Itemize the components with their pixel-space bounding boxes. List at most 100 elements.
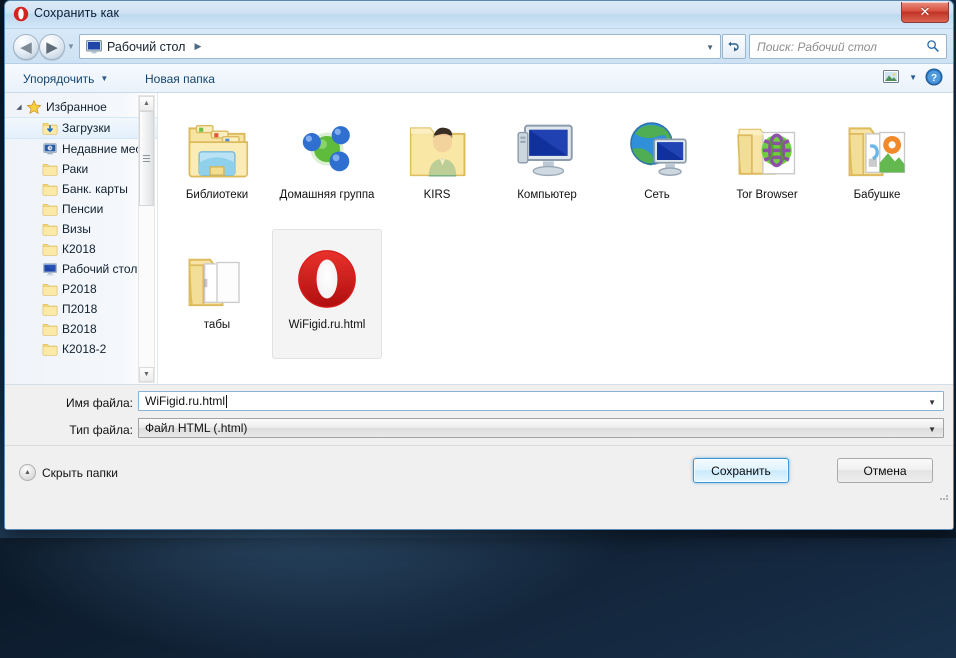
file-item[interactable]: Бабушке [822, 99, 932, 229]
organize-button[interactable]: Упорядочить ▼ [19, 69, 112, 88]
navigation-pane: ◢Избранное Загрузки Недавние места Раки … [5, 93, 158, 384]
file-item-label: Tor Browser [736, 188, 797, 202]
chevron-down-icon: ▼ [67, 42, 75, 51]
libraries-folder-icon [184, 106, 250, 182]
scrollbar-thumb[interactable] [139, 111, 154, 206]
organize-label: Упорядочить [23, 72, 94, 86]
filename-input[interactable]: WiFigid.ru.html ▼ [138, 391, 944, 411]
filetype-value: Файл HTML (.html) [145, 421, 247, 435]
sidebar-item-label: Пенсии [62, 202, 103, 216]
star-icon [25, 99, 42, 115]
history-dropdown-button[interactable]: ▼ [67, 42, 75, 51]
folder-icon [41, 221, 58, 237]
file-item[interactable]: Библиотеки [162, 99, 272, 229]
title-bar[interactable]: Сохранить как ✕ [5, 1, 953, 29]
file-grid: Библиотеки Домашняя группа KIRS [158, 93, 953, 359]
new-folder-button[interactable]: Новая папка [141, 69, 219, 88]
filetype-select[interactable]: Файл HTML (.html) ▼ [138, 418, 944, 438]
back-button[interactable]: ◀ [13, 34, 39, 60]
documents-folder-icon [844, 106, 910, 182]
folder-icon [41, 281, 58, 297]
file-item[interactable]: Tor Browser [712, 99, 822, 229]
hide-folders-button[interactable]: ▲ Скрыть папки [19, 464, 118, 481]
folder-icon [41, 181, 58, 197]
sidebar-item-5[interactable]: Банк. карты [5, 179, 157, 199]
chevron-down-icon[interactable]: ▼ [909, 73, 917, 82]
sidebar-item-9[interactable]: Рабочий стол [5, 259, 157, 279]
file-item[interactable]: табы [162, 229, 272, 359]
file-list-pane[interactable]: Библиотеки Домашняя группа KIRS [158, 93, 953, 384]
chevron-right-icon[interactable]: ▶ [194, 41, 201, 52]
arrow-right-icon: ▶ [46, 40, 58, 55]
address-bar[interactable]: Рабочий стол ▶ ▼ [79, 34, 721, 59]
sidebar-item-2[interactable]: Загрузки [5, 117, 157, 139]
network-icon [624, 106, 690, 182]
file-item-label: Компьютер [517, 188, 577, 202]
toolbar-right-group: ▼ ? [881, 68, 943, 86]
folder-icon [41, 161, 58, 177]
downloads-folder-icon [41, 120, 58, 136]
scroll-down-button[interactable]: ▼ [139, 367, 154, 382]
refresh-button[interactable] [722, 34, 746, 59]
tree-twisty-icon[interactable]: ◢ [13, 103, 25, 111]
sidebar-item-11[interactable]: П2018 [5, 299, 157, 319]
search-box[interactable]: Поиск: Рабочий стол [749, 34, 947, 59]
cancel-button[interactable]: Отмена [837, 458, 933, 483]
sidebar-item-3[interactable]: Недавние места [5, 139, 157, 159]
resize-grip-icon[interactable] [938, 490, 950, 502]
sidebar-item-1[interactable]: ◢Избранное [5, 97, 157, 117]
sidebar-item-4[interactable]: Раки [5, 159, 157, 179]
sidebar-item-8[interactable]: К2018 [5, 239, 157, 259]
sidebar-item-label: К2018 [62, 242, 96, 256]
sidebar-item-7[interactable]: Визы [5, 219, 157, 239]
close-button[interactable]: ✕ [901, 2, 949, 23]
chevron-down-icon[interactable]: ▼ [928, 398, 936, 407]
file-item-label: Бабушке [854, 188, 901, 202]
folder-icon [41, 241, 58, 257]
homegroup-icon [294, 106, 360, 182]
sidebar-item-label: Визы [62, 222, 91, 236]
grip-icon [143, 155, 150, 162]
help-button[interactable]: ? [925, 68, 943, 86]
file-item[interactable]: WiFigid.ru.html [272, 229, 382, 359]
folder-icon [41, 201, 58, 217]
sidebar-item-6[interactable]: Пенсии [5, 199, 157, 219]
cancel-button-label: Отмена [863, 464, 906, 478]
filename-label: Имя файла: [23, 396, 133, 410]
address-path-text[interactable]: Рабочий стол [107, 40, 185, 54]
sidebar-item-label: П2018 [62, 302, 97, 316]
hide-folders-label: Скрыть папки [42, 466, 118, 480]
opera-html-file-icon [294, 236, 360, 312]
close-icon: ✕ [920, 4, 931, 20]
chevron-down-icon[interactable]: ▼ [928, 425, 936, 434]
user-folder-icon [404, 106, 470, 182]
computer-icon [514, 106, 580, 182]
tor-folder-icon [734, 106, 800, 182]
recent-places-icon [41, 141, 58, 157]
save-button[interactable]: Сохранить [693, 458, 789, 483]
sidebar-item-12[interactable]: В2018 [5, 319, 157, 339]
magnifier-icon [926, 39, 940, 53]
sidebar-item-13[interactable]: К2018-2 [5, 339, 157, 359]
view-mode-button[interactable] [881, 68, 901, 86]
view-mode-icon [883, 70, 899, 84]
forward-button[interactable]: ▶ [39, 34, 65, 60]
sidebar-item-label: Загрузки [62, 121, 110, 135]
scroll-up-button[interactable]: ▲ [139, 96, 154, 111]
file-item-label: Домашняя группа [280, 188, 375, 202]
sidebar-item-10[interactable]: Р2018 [5, 279, 157, 299]
sidebar-item-label: Раки [62, 162, 88, 176]
file-item[interactable]: KIRS [382, 99, 492, 229]
file-item[interactable]: Сеть [602, 99, 712, 229]
filename-value: WiFigid.ru.html [145, 394, 225, 408]
file-item[interactable]: Компьютер [492, 99, 602, 229]
search-input[interactable]: Поиск: Рабочий стол [757, 40, 877, 54]
file-item[interactable]: Домашняя группа [272, 99, 382, 229]
opera-logo-icon [13, 6, 29, 22]
address-dropdown-icon[interactable]: ▼ [706, 43, 714, 52]
sidebar-scrollbar[interactable]: ▲ ▼ [138, 95, 155, 383]
new-folder-label: Новая папка [145, 72, 215, 86]
folder-icon [41, 301, 58, 317]
sidebar-item-label: Р2018 [62, 282, 97, 296]
dialog-footer: ▲ Скрыть папки Сохранить Отмена [5, 445, 953, 504]
